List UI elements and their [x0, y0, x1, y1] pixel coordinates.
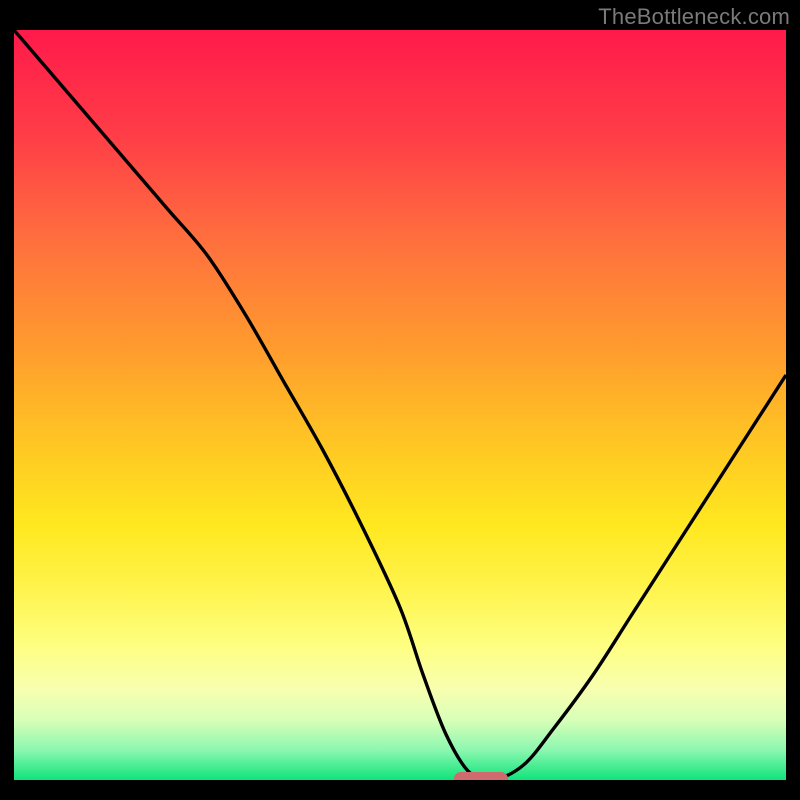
bottom-black-strip [14, 780, 786, 800]
curve-path [14, 30, 786, 780]
chart-frame [14, 30, 786, 800]
watermark-text: TheBottleneck.com [598, 4, 790, 30]
bottleneck-curve [14, 30, 786, 780]
